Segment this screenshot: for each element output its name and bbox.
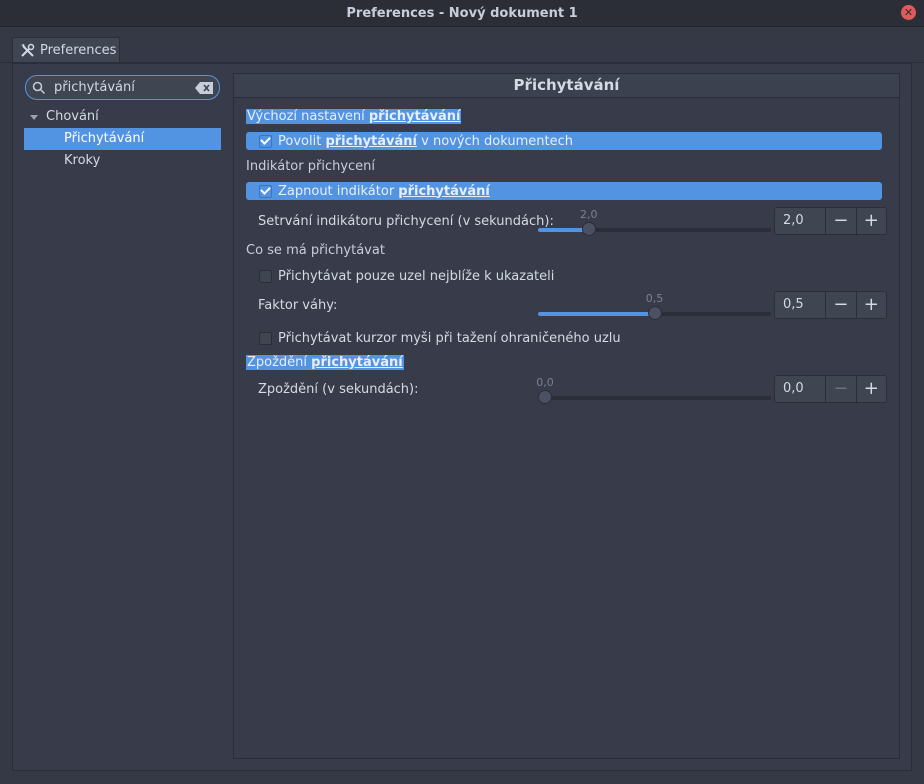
title-bar: Preferences - Nový dokument 1 ✕ [0,0,924,27]
expand-arrow-icon[interactable] [30,114,38,120]
slider-value-label: 0,5 [645,292,664,305]
tree-item-chovani[interactable]: Chování [24,106,221,128]
search-match: přichytávání [368,109,461,124]
check-label: Přichytávat kurzor myši při tažení ohran… [278,330,621,346]
decrement-button[interactable]: − [826,208,857,234]
clear-search-icon[interactable] [195,81,213,94]
section-prefix: Zpoždění [247,355,312,370]
panel-title: Přichytávání [234,74,899,98]
settings-panel: Přichytávání Výchozí nastavení přichytáv… [233,73,900,759]
decrement-button[interactable]: − [826,376,857,402]
spin-value[interactable]: 2,0 [775,208,827,234]
spin-value[interactable]: 0,5 [775,292,827,318]
delay-slider[interactable]: 0,0 [536,376,771,404]
search-match: přichytávání [325,133,417,149]
tree-item-prichytavani[interactable]: Přichytávání [24,128,221,150]
close-button[interactable]: ✕ [901,5,916,20]
enable-snapping-checkbox-row[interactable]: Povolit přichytávání v nových dokumentec… [246,132,882,150]
category-tree: Chování Přichytávání Kroky [24,106,221,172]
snap-mouse-pointer-row[interactable]: Přichytávat kurzor myši při tažení ohran… [259,329,621,347]
section-snap-indicator: Indikátor přichycení [246,159,376,174]
tools-icon [21,43,35,57]
check-suffix: v nových dokumentech [417,133,574,149]
snap-mouse-pointer-checkbox[interactable] [259,331,272,345]
section-default-snapping: Výchozí nastavení přichytávání [246,109,462,124]
delay-label: Zpoždění (v sekundách): [258,382,419,397]
indicator-duration-spinbox[interactable]: 2,0 − + [774,207,887,235]
slider-handle[interactable] [647,306,662,320]
tab-preferences[interactable]: Preferences [12,37,120,63]
search-match: přichytávání [398,183,490,199]
enable-snapping-checkbox[interactable] [259,134,272,148]
indicator-duration-slider[interactable]: 2,0 [538,208,771,236]
tree-item-label: Chování [46,109,99,124]
indicator-duration-label: Setrvání indikátoru přichycení (v sekund… [258,214,554,229]
window-title: Preferences - Nový dokument 1 [346,5,578,21]
increment-button[interactable]: + [857,376,886,402]
slider-trough [538,396,771,400]
tree-item-kroky[interactable]: Kroky [24,150,221,172]
check-label: Povolit přichytávání v nových dokumentec… [278,134,573,149]
delay-spinbox[interactable]: 0,0 − + [774,375,887,403]
search-box[interactable] [25,75,220,100]
weight-factor-label: Faktor váhy: [258,298,338,313]
check-prefix: Zapnout indikátor [278,183,399,199]
snap-indicator-checkbox-row[interactable]: Zapnout indikátor přichytávání [246,182,882,200]
section-snap-delay: Zpoždění přichytávání [246,355,404,370]
decrement-button[interactable]: − [826,292,857,318]
check-label: Zapnout indikátor přichytávání [278,184,490,199]
slider-fill [538,312,655,316]
snap-indicator-checkbox[interactable] [259,184,272,198]
slider-value-label: 2,0 [580,208,598,221]
increment-button[interactable]: + [857,208,886,234]
search-icon [32,81,46,94]
spin-value[interactable]: 0,0 [775,376,827,402]
weight-factor-spinbox[interactable]: 0,5 − + [774,291,887,319]
snap-closest-node-checkbox[interactable] [259,269,272,283]
slider-value-label: 0,0 [536,376,554,389]
weight-factor-slider[interactable]: 0,5 [538,292,771,320]
section-prefix: Výchozí nastavení [247,109,369,124]
section-what-to-snap: Co se má přichytávat [246,243,385,258]
tab-label: Preferences [40,43,117,58]
slider-handle[interactable] [581,222,596,236]
slider-handle[interactable] [538,390,552,404]
check-prefix: Povolit [278,133,326,149]
search-input[interactable] [54,80,195,95]
close-icon: ✕ [903,6,914,19]
search-match: přichytávání [311,355,403,370]
check-label: Přichytávat pouze uzel nejblíže k ukazat… [278,268,555,284]
increment-button[interactable]: + [857,292,886,318]
snap-closest-node-row[interactable]: Přichytávat pouze uzel nejblíže k ukazat… [259,267,554,285]
